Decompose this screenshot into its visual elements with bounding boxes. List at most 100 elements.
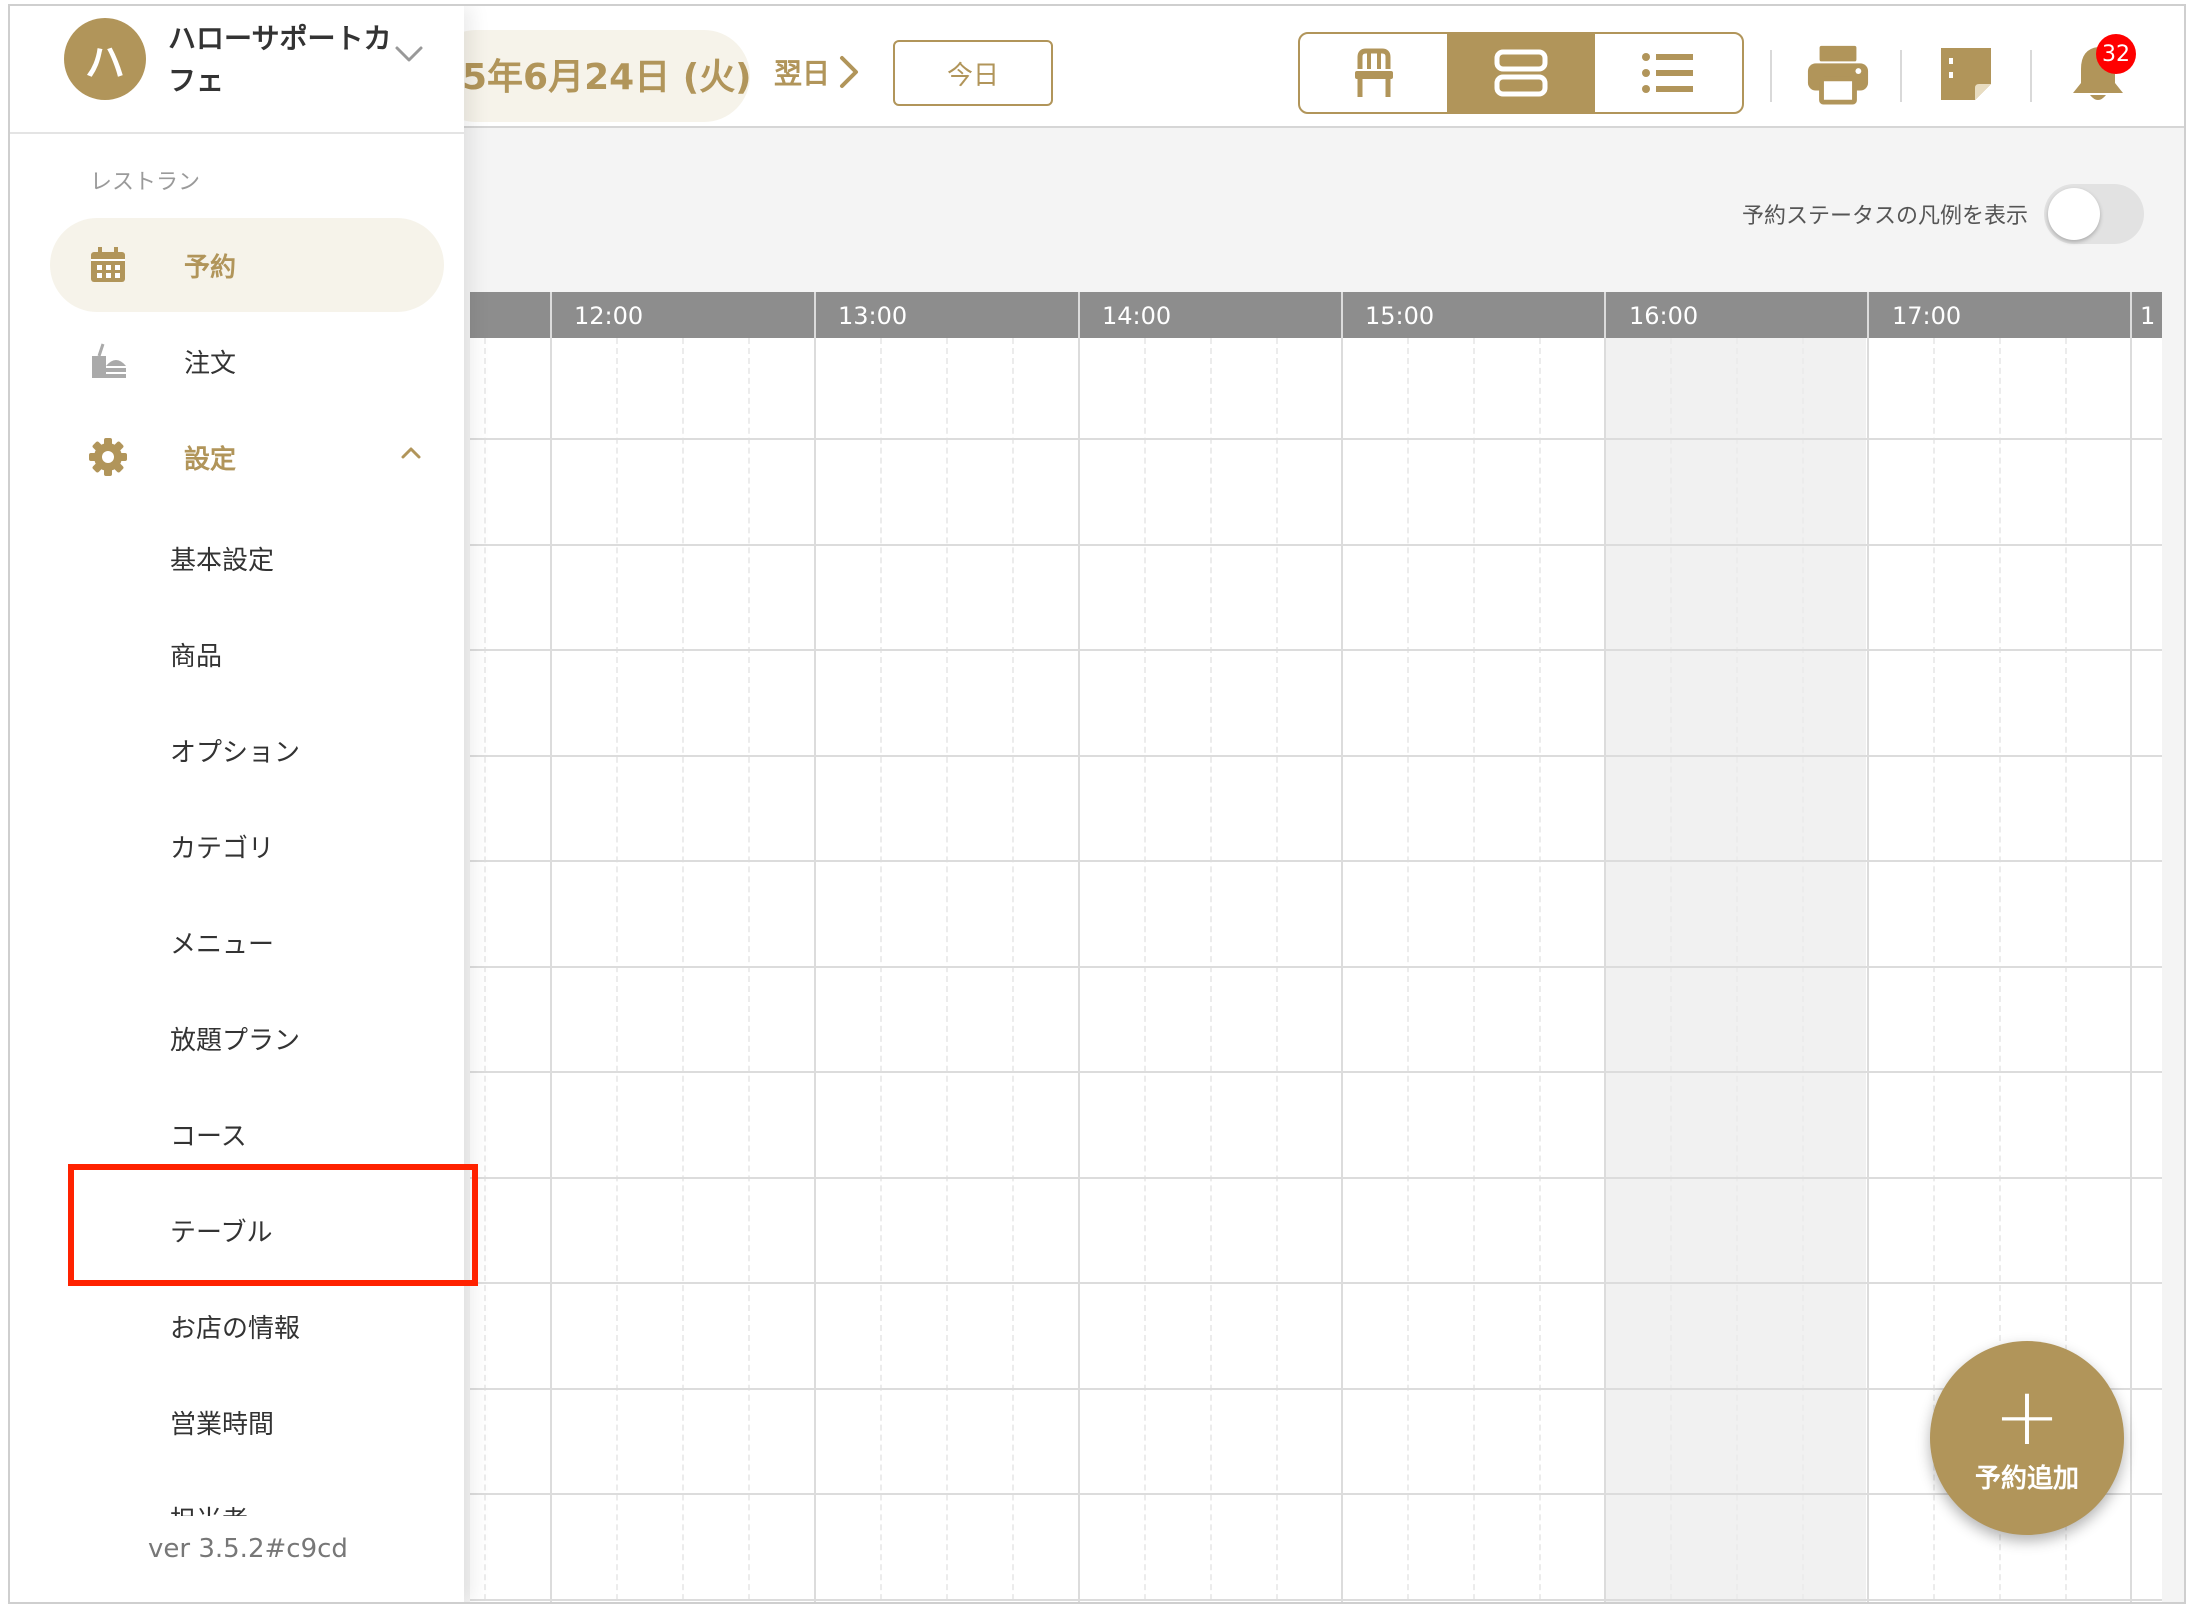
grid-quarter-line xyxy=(1210,338,1212,1602)
grid-quarter-line xyxy=(1012,338,1014,1602)
grid-hour-line xyxy=(550,292,552,1602)
shop-name: ハローサポートカフェ xyxy=(168,22,392,97)
grid-row-line xyxy=(470,966,2162,968)
timeline-view-button[interactable] xyxy=(1447,34,1595,112)
notification-badge: 32 xyxy=(2096,34,2136,74)
grid-quarter-line xyxy=(616,338,618,1602)
time-label: 14:00 xyxy=(1102,302,1172,330)
grid-quarter-line xyxy=(1736,338,1738,1602)
time-label: 1 xyxy=(2140,302,2156,330)
timeline-grid: 12:00 13:00 14:00 15:00 16:00 17:00 1 xyxy=(470,292,2162,1602)
time-header: 12:00 13:00 14:00 15:00 16:00 17:00 1 xyxy=(470,292,2162,338)
chevron-right-icon xyxy=(840,56,859,88)
sidebar-subitem-categories[interactable]: カテゴリ xyxy=(170,828,274,865)
memo-button[interactable] xyxy=(1934,42,1998,106)
sidebar-subitem-menu[interactable]: メニュー xyxy=(170,924,274,961)
sidebar-item-reservation[interactable]: 予約 xyxy=(50,218,444,312)
grid-quarter-line xyxy=(1276,338,1278,1602)
grid-row-line xyxy=(470,544,2162,546)
sidebar-item-label: 予約 xyxy=(184,252,237,283)
sidebar-subitem-all-you-can-plans[interactable]: 放題プラン xyxy=(170,1020,300,1057)
time-label: 16:00 xyxy=(1629,302,1699,330)
current-date[interactable]: 5年6月24日 (火) xyxy=(462,48,752,100)
sidebar-item-label: 注文 xyxy=(184,348,237,379)
grid-row-line xyxy=(470,1599,2162,1601)
grid-quarter-line xyxy=(1670,338,1672,1602)
printer-icon xyxy=(1807,45,1869,105)
grid-row-line xyxy=(470,438,2162,440)
time-label: 12:00 xyxy=(574,302,644,330)
print-button[interactable] xyxy=(1806,42,1870,106)
sidebar: ハ ハローサポートカフェ レストラン 予約 注文 設定 基本設定 商品 オプショ… xyxy=(10,6,464,1602)
grid-quarter-line xyxy=(748,338,750,1602)
grid-quarter-line xyxy=(484,338,486,1602)
rows-icon xyxy=(1494,49,1548,97)
view-mode-toggle xyxy=(1298,32,1744,114)
grid-hour-line xyxy=(1604,292,1606,1602)
grid-row-line xyxy=(470,1282,2162,1284)
grid-hour-line xyxy=(1867,292,1869,1602)
sidebar-item-label: 設定 xyxy=(184,444,237,475)
sidebar-subitem-business-hours[interactable]: 営業時間 xyxy=(170,1404,274,1441)
grid-hour-line xyxy=(1078,292,1080,1602)
sidebar-subitem-store-info[interactable]: お店の情報 xyxy=(170,1308,300,1345)
shop-avatar: ハ xyxy=(64,18,146,100)
toolbar-divider xyxy=(1900,50,1902,102)
today-button[interactable]: 今日 xyxy=(893,40,1053,106)
grid-row-line xyxy=(470,1388,2162,1390)
sidebar-subitem-basic-settings[interactable]: 基本設定 xyxy=(170,540,274,577)
legend-toggle-label: 予約ステータスの凡例を表示 xyxy=(1741,204,2028,229)
toolbar-divider xyxy=(2030,50,2032,102)
sidebar-item-order[interactable]: 注文 xyxy=(50,314,444,408)
seat-view-button[interactable] xyxy=(1300,34,1447,112)
app-version: ver 3.5.2#c9cd xyxy=(148,1534,348,1564)
grid-row-line xyxy=(470,1177,2162,1179)
food-tray-icon xyxy=(88,341,128,381)
legend-toggle-row: 予約ステータスの凡例を表示 xyxy=(1742,184,2144,244)
shaded-hour-column xyxy=(1604,338,1866,1602)
chevron-up-icon xyxy=(401,447,421,459)
time-label: 13:00 xyxy=(838,302,908,330)
shop-switcher[interactable]: ハ ハローサポートカフェ xyxy=(10,6,464,134)
grid-hour-line xyxy=(2130,292,2132,1602)
notification-button[interactable]: 32 xyxy=(2066,34,2136,106)
grid-row-line xyxy=(470,755,2162,757)
add-reservation-label: 予約追加 xyxy=(1974,1463,2079,1494)
calendar-icon xyxy=(88,245,128,285)
grid-quarter-line xyxy=(946,338,948,1602)
gear-icon xyxy=(88,437,128,477)
grid-quarter-line xyxy=(880,338,882,1602)
app-window: 5年6月24日 (火) 翌日 今日 32 予約ステータスの凡例を表示 12:00… xyxy=(8,4,2186,1604)
grid-row-line xyxy=(470,649,2162,651)
note-icon xyxy=(1941,48,1991,100)
sidebar-item-settings[interactable]: 設定 xyxy=(50,410,444,504)
sidebar-subitem-products[interactable]: 商品 xyxy=(170,636,222,673)
sidebar-subitem-options[interactable]: オプション xyxy=(170,732,300,769)
grid-hour-line xyxy=(814,292,816,1602)
grid-quarter-line xyxy=(1539,338,1541,1602)
add-reservation-button[interactable]: + 予約追加 xyxy=(1930,1341,2124,1535)
chevron-down-icon xyxy=(395,46,423,62)
sidebar-subitem-courses[interactable]: コース xyxy=(170,1116,247,1153)
chair-icon xyxy=(1354,48,1393,97)
toolbar-divider xyxy=(1770,50,1772,102)
next-day-button[interactable]: 翌日 xyxy=(774,52,860,92)
list-view-button[interactable] xyxy=(1595,34,1742,112)
grid-row-line xyxy=(470,1493,2162,1495)
sidebar-subitem-staff[interactable]: 担当者 xyxy=(170,1500,248,1516)
highlight-box-tables xyxy=(68,1164,478,1286)
grid-quarter-line xyxy=(1407,338,1409,1602)
time-label: 17:00 xyxy=(1892,302,1962,330)
grid-quarter-line xyxy=(1802,338,1804,1602)
section-label-restaurant: レストラン xyxy=(90,170,201,195)
next-day-label: 翌日 xyxy=(774,57,831,90)
time-label: 15:00 xyxy=(1365,302,1435,330)
grid-row-line xyxy=(470,1071,2162,1073)
legend-toggle-switch[interactable] xyxy=(2044,184,2144,244)
grid-quarter-line xyxy=(682,338,684,1602)
list-icon xyxy=(1642,53,1694,93)
grid-quarter-line xyxy=(1473,338,1475,1602)
grid-row-line xyxy=(470,860,2162,862)
plus-icon: + xyxy=(1993,1369,2061,1463)
grid-hour-line xyxy=(1341,292,1343,1602)
